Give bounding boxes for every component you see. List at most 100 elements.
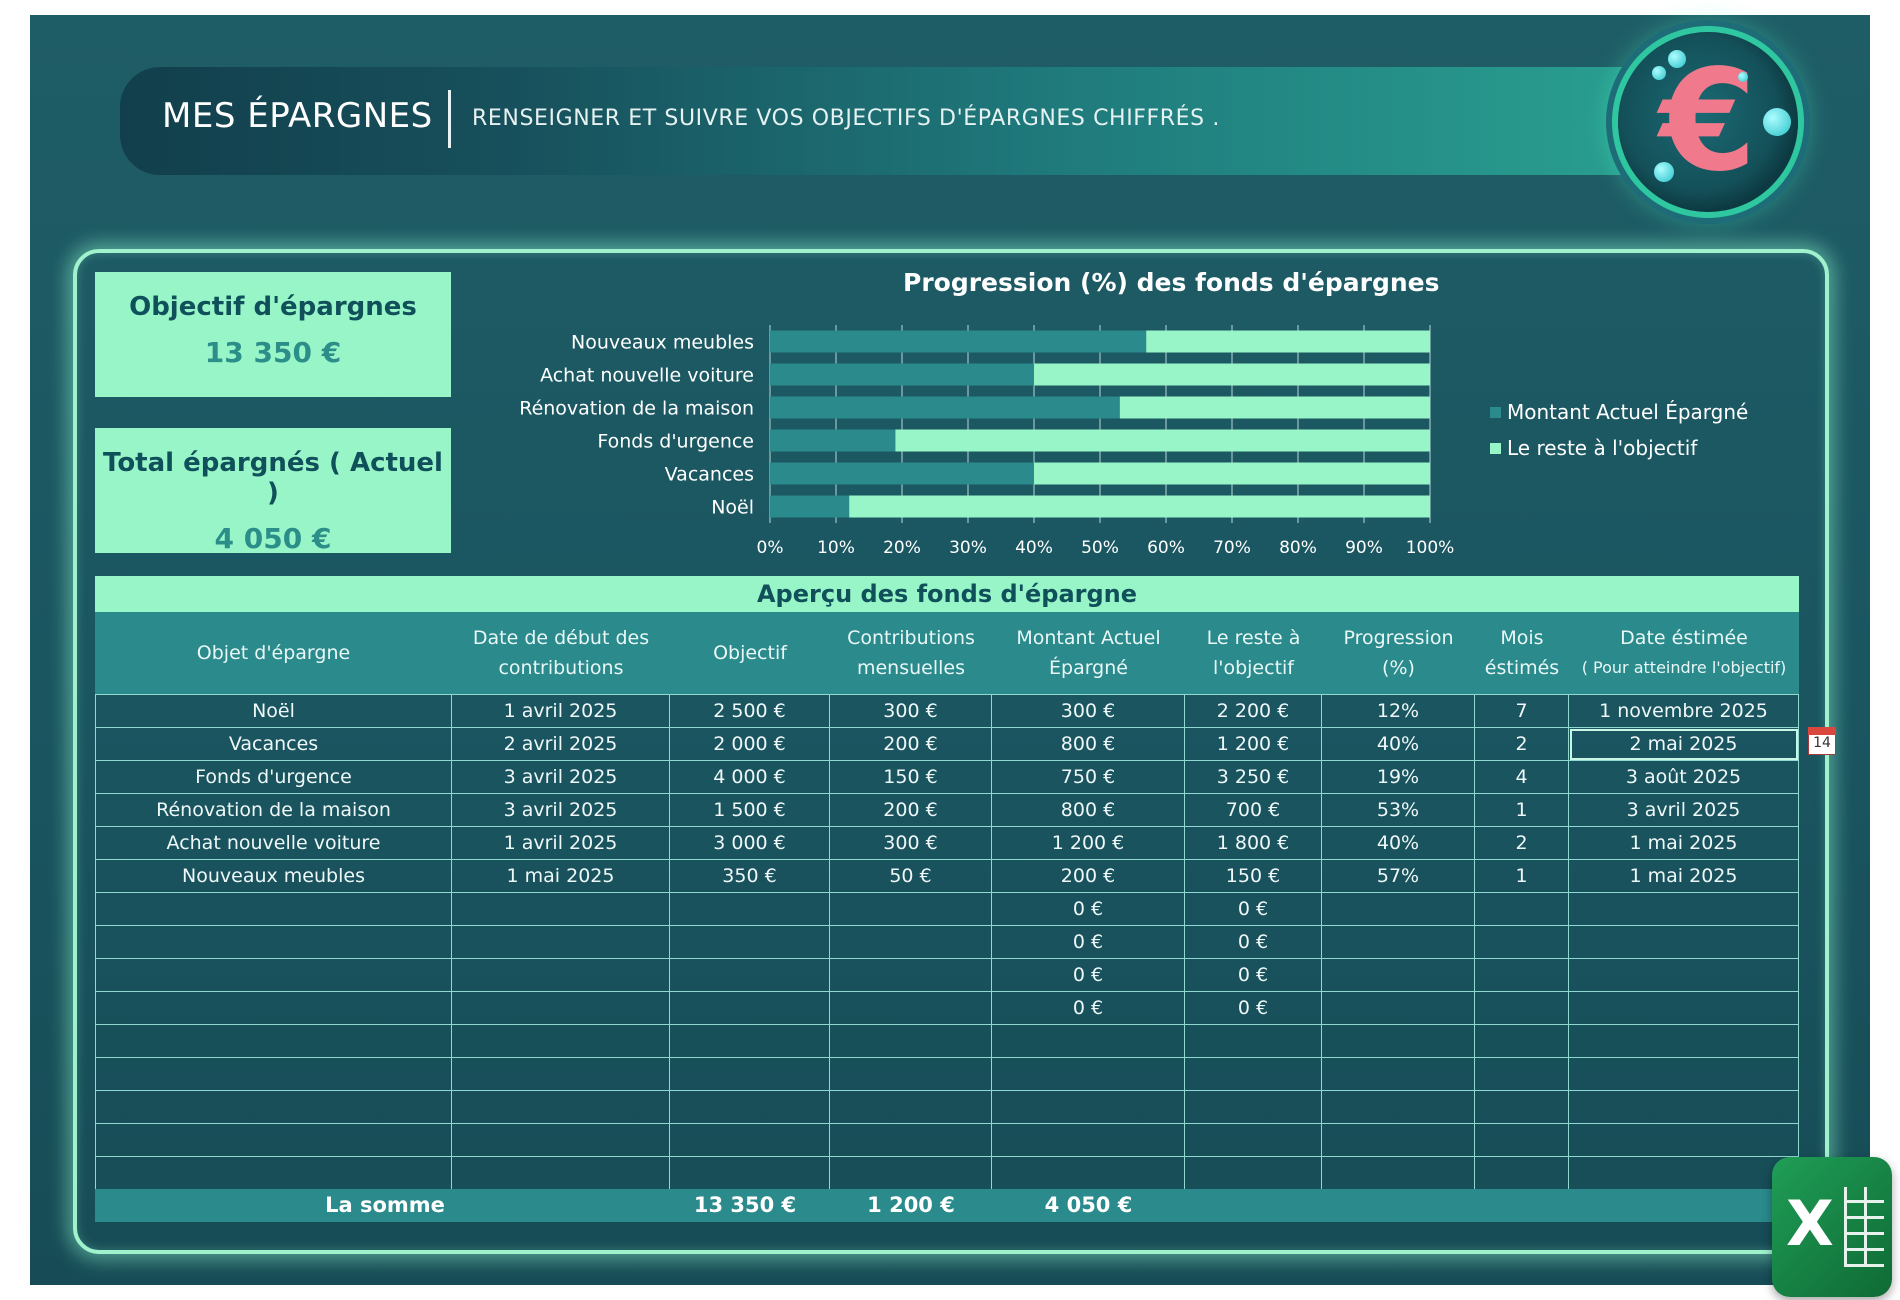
- table-cell[interactable]: 0 €: [1185, 926, 1322, 959]
- table-cell[interactable]: 300 €: [830, 695, 992, 728]
- table-cell[interactable]: 1 200 €: [1185, 728, 1322, 761]
- table-cell[interactable]: Nouveaux meubles: [95, 860, 452, 893]
- table-cell[interactable]: [95, 893, 452, 926]
- table-cell[interactable]: 200 €: [830, 728, 992, 761]
- bar-saved[interactable]: [770, 396, 1120, 419]
- table-cell[interactable]: [95, 1124, 452, 1157]
- table-cell[interactable]: 1 avril 2025: [452, 695, 670, 728]
- table-cell[interactable]: 300 €: [992, 695, 1185, 728]
- table-cell[interactable]: [452, 1025, 670, 1058]
- table-cell[interactable]: [1185, 1124, 1322, 1157]
- table-cell[interactable]: [992, 1025, 1185, 1058]
- bar-saved[interactable]: [770, 495, 850, 518]
- table-cell[interactable]: [830, 1091, 992, 1124]
- bar-remaining[interactable]: [1146, 330, 1430, 353]
- table-cell[interactable]: [452, 959, 670, 992]
- table-cell[interactable]: 0 €: [992, 926, 1185, 959]
- table-cell[interactable]: [670, 893, 830, 926]
- table-cell[interactable]: [1322, 959, 1475, 992]
- bar-saved[interactable]: [770, 363, 1034, 386]
- table-cell[interactable]: [992, 1124, 1185, 1157]
- table-cell[interactable]: [670, 1091, 830, 1124]
- table-cell[interactable]: [1322, 893, 1475, 926]
- table-cell[interactable]: Noël: [95, 695, 452, 728]
- table-cell[interactable]: 2 mai 2025: [1569, 728, 1799, 761]
- table-cell[interactable]: 3 avril 2025: [452, 761, 670, 794]
- table-cell[interactable]: [1322, 926, 1475, 959]
- table-cell[interactable]: [95, 1025, 452, 1058]
- table-cell[interactable]: [452, 1058, 670, 1091]
- table-cell[interactable]: 0 €: [992, 959, 1185, 992]
- table-cell[interactable]: [1322, 1124, 1475, 1157]
- table-cell[interactable]: [452, 992, 670, 1025]
- table-cell[interactable]: 2 500 €: [670, 695, 830, 728]
- table-cell[interactable]: [95, 1157, 452, 1190]
- table-cell[interactable]: [830, 1025, 992, 1058]
- table-cell[interactable]: 57%: [1322, 860, 1475, 893]
- table-cell[interactable]: [992, 1157, 1185, 1190]
- table-cell[interactable]: [95, 926, 452, 959]
- table-cell[interactable]: [992, 1091, 1185, 1124]
- table-cell[interactable]: 1 200 €: [992, 827, 1185, 860]
- table-cell[interactable]: [830, 959, 992, 992]
- table-cell[interactable]: [1185, 1091, 1322, 1124]
- table-cell[interactable]: [452, 1157, 670, 1190]
- table-cell[interactable]: 1 mai 2025: [1569, 860, 1799, 893]
- table-cell[interactable]: 200 €: [992, 860, 1185, 893]
- table-cell[interactable]: [1322, 1091, 1475, 1124]
- table-cell[interactable]: [1475, 893, 1569, 926]
- table-cell[interactable]: [1475, 1091, 1569, 1124]
- bar-remaining[interactable]: [895, 429, 1430, 452]
- table-cell[interactable]: 3 avril 2025: [1569, 794, 1799, 827]
- bar-saved[interactable]: [770, 429, 896, 452]
- table-cell[interactable]: [1475, 992, 1569, 1025]
- table-cell[interactable]: 1 novembre 2025: [1569, 695, 1799, 728]
- table-cell[interactable]: [1569, 926, 1799, 959]
- table-cell[interactable]: 1 mai 2025: [1569, 827, 1799, 860]
- table-cell[interactable]: 1 500 €: [670, 794, 830, 827]
- calendar-icon[interactable]: 14: [1808, 727, 1836, 755]
- table-cell[interactable]: [1322, 992, 1475, 1025]
- table-cell[interactable]: 2: [1475, 728, 1569, 761]
- table-cell[interactable]: [452, 926, 670, 959]
- table-cell[interactable]: [452, 893, 670, 926]
- table-cell[interactable]: [1569, 1025, 1799, 1058]
- table-cell[interactable]: 4 000 €: [670, 761, 830, 794]
- table-cell[interactable]: [1569, 1124, 1799, 1157]
- table-cell[interactable]: [670, 1025, 830, 1058]
- table-cell[interactable]: [1569, 1157, 1799, 1190]
- bar-saved[interactable]: [770, 462, 1034, 485]
- table-cell[interactable]: [670, 1157, 830, 1190]
- table-cell[interactable]: 3 avril 2025: [452, 794, 670, 827]
- table-cell[interactable]: 53%: [1322, 794, 1475, 827]
- table-cell[interactable]: 1 800 €: [1185, 827, 1322, 860]
- table-cell[interactable]: 200 €: [830, 794, 992, 827]
- table-cell[interactable]: [1322, 1025, 1475, 1058]
- table-cell[interactable]: 1 avril 2025: [452, 827, 670, 860]
- table-cell[interactable]: Achat nouvelle voiture: [95, 827, 452, 860]
- table-cell[interactable]: [95, 1058, 452, 1091]
- table-cell[interactable]: [95, 992, 452, 1025]
- table-cell[interactable]: 40%: [1322, 728, 1475, 761]
- bar-remaining[interactable]: [1034, 462, 1430, 485]
- table-cell[interactable]: 50 €: [830, 860, 992, 893]
- bar-remaining[interactable]: [1034, 363, 1430, 386]
- table-cell[interactable]: [670, 959, 830, 992]
- table-cell[interactable]: 0 €: [1185, 959, 1322, 992]
- table-cell[interactable]: [1322, 1157, 1475, 1190]
- table-cell[interactable]: [1569, 992, 1799, 1025]
- table-cell[interactable]: 3 250 €: [1185, 761, 1322, 794]
- table-cell[interactable]: [992, 1058, 1185, 1091]
- table-cell[interactable]: [830, 893, 992, 926]
- table-cell[interactable]: [452, 1124, 670, 1157]
- table-cell[interactable]: 700 €: [1185, 794, 1322, 827]
- table-cell[interactable]: 0 €: [1185, 893, 1322, 926]
- table-cell[interactable]: 800 €: [992, 794, 1185, 827]
- table-cell[interactable]: [1185, 1058, 1322, 1091]
- table-cell[interactable]: 1: [1475, 860, 1569, 893]
- progress-chart[interactable]: 0% 10% 20% 30% 40% 50% 60% 70% 80% 90% 100% Nouveau…: [470, 310, 1470, 560]
- table-cell[interactable]: 7: [1475, 695, 1569, 728]
- table-cell[interactable]: [1569, 1091, 1799, 1124]
- table-cell[interactable]: [1322, 1058, 1475, 1091]
- table-cell[interactable]: 12%: [1322, 695, 1475, 728]
